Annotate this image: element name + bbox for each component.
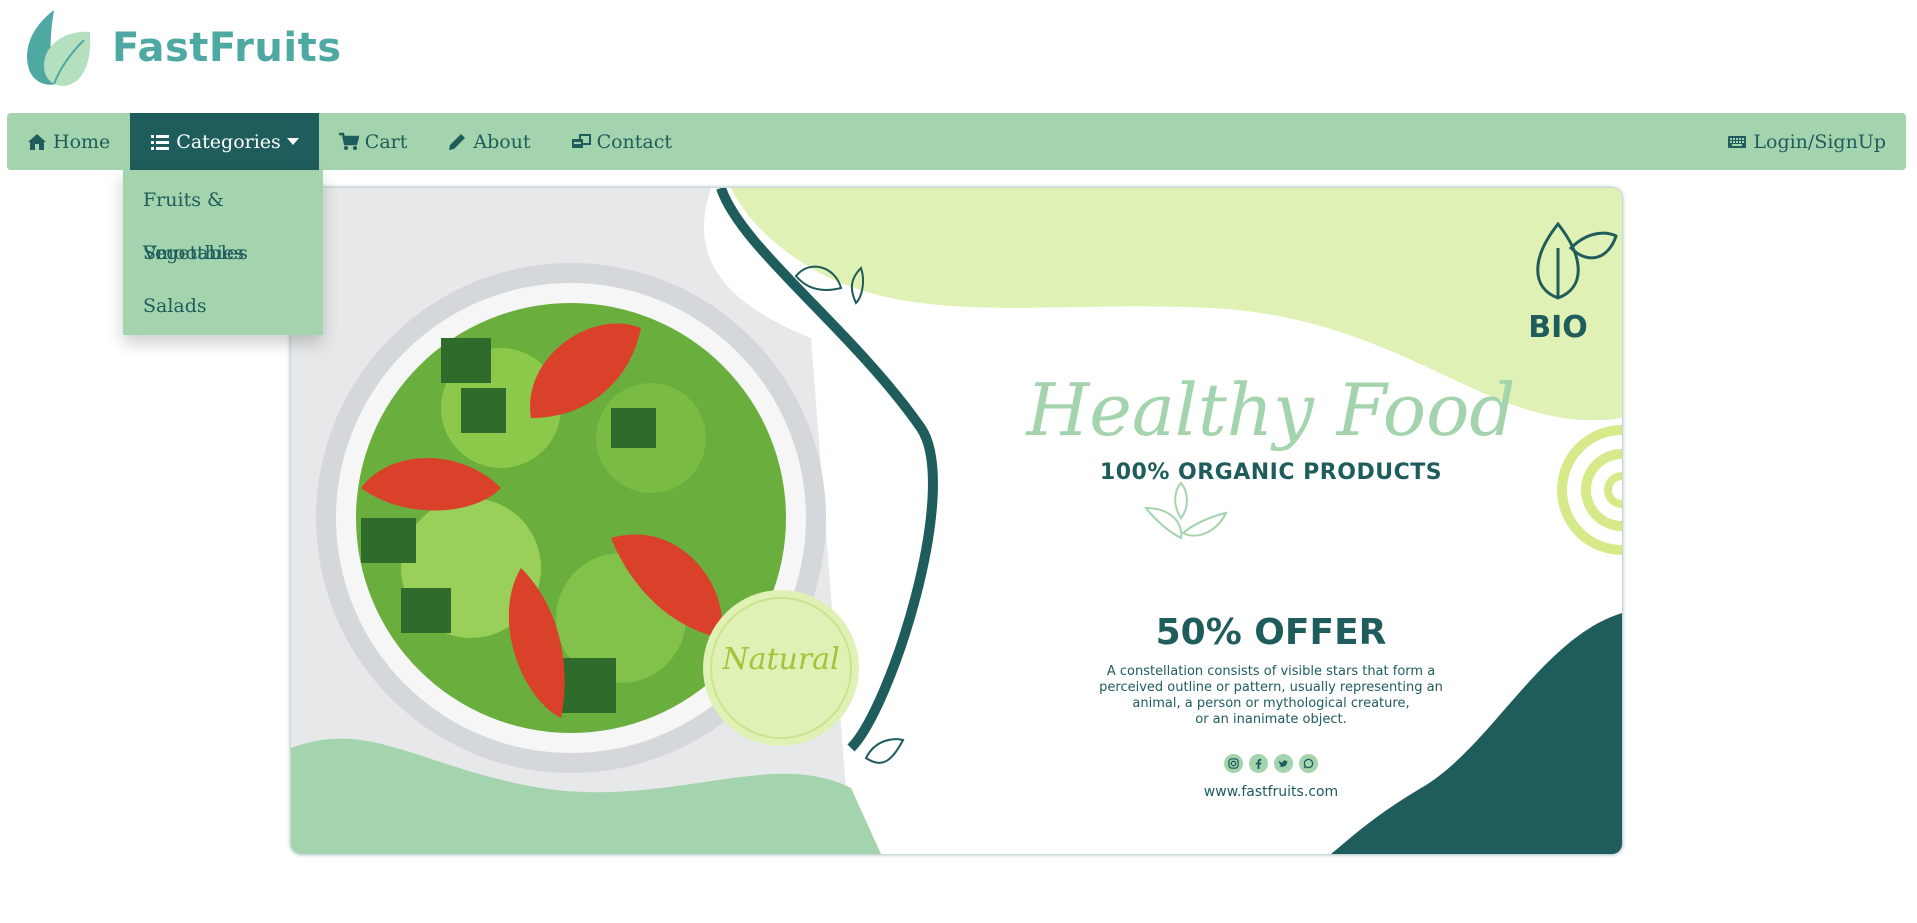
dropdown-item-smoothies[interactable]: Smoothies xyxy=(123,227,323,280)
bio-label: BIO xyxy=(1528,310,1588,345)
nav-categories-label: Categories xyxy=(176,130,281,153)
banner-headline: Healthy Food xyxy=(1026,368,1516,452)
pencil-icon xyxy=(449,133,466,150)
keyboard-icon xyxy=(1728,135,1747,148)
nav-categories[interactable]: Categories xyxy=(130,113,319,170)
categories-dropdown: Fruits & Vegetables Smoothies Salads xyxy=(123,170,323,335)
natural-badge: Natural xyxy=(722,641,840,677)
list-icon xyxy=(151,134,170,150)
desc-line: perceived outline or pattern, usually re… xyxy=(1099,680,1443,695)
instagram-icon xyxy=(1224,754,1243,773)
nav-contact-label: Contact xyxy=(596,130,673,153)
home-icon xyxy=(28,133,46,150)
hero-banner[interactable]: Natural BIO Healthy Food 100% ORGANIC PR… xyxy=(291,188,1622,854)
whatsapp-icon xyxy=(1299,754,1318,773)
contact-icon xyxy=(571,133,591,148)
site-logo[interactable]: FastFruits xyxy=(20,8,342,88)
desc-line: animal, a person or mythological creatur… xyxy=(1132,696,1410,711)
banner-subhead: 100% ORGANIC PRODUCTS xyxy=(1099,460,1443,485)
dropdown-item-salads[interactable]: Salads xyxy=(123,280,323,333)
nav-home[interactable]: Home xyxy=(7,113,130,170)
nav-cart[interactable]: Cart xyxy=(319,113,428,170)
nav-contact[interactable]: Contact xyxy=(551,113,692,170)
nav-about-label: About xyxy=(473,130,531,153)
facebook-icon xyxy=(1249,754,1268,773)
twitter-icon xyxy=(1274,754,1293,773)
banner-website: www.fastfruits.com xyxy=(1203,784,1339,800)
nav-about[interactable]: About xyxy=(427,113,550,170)
nav-login-label: Login/SignUp xyxy=(1753,130,1886,153)
leaf-logo-icon xyxy=(27,10,91,86)
desc-line: A constellation consists of visible star… xyxy=(1106,664,1436,679)
social-icons xyxy=(991,754,1551,773)
cart-icon xyxy=(338,132,359,150)
dropdown-item-fruits-vegetables[interactable]: Fruits & Vegetables xyxy=(123,174,323,264)
caret-down-icon xyxy=(286,138,299,145)
desc-line: or an inanimate object. xyxy=(1195,712,1347,727)
nav-login[interactable]: Login/SignUp xyxy=(1707,113,1906,170)
brand-name: FastFruits xyxy=(112,25,342,71)
nav-home-label: Home xyxy=(53,130,111,153)
main-navbar: Home Categories Cart About Contact Login… xyxy=(7,113,1906,170)
banner-description: A constellation consists of visible star… xyxy=(991,664,1551,728)
banner-offer: 50% OFFER xyxy=(1155,612,1387,653)
nav-cart-label: Cart xyxy=(364,130,408,153)
